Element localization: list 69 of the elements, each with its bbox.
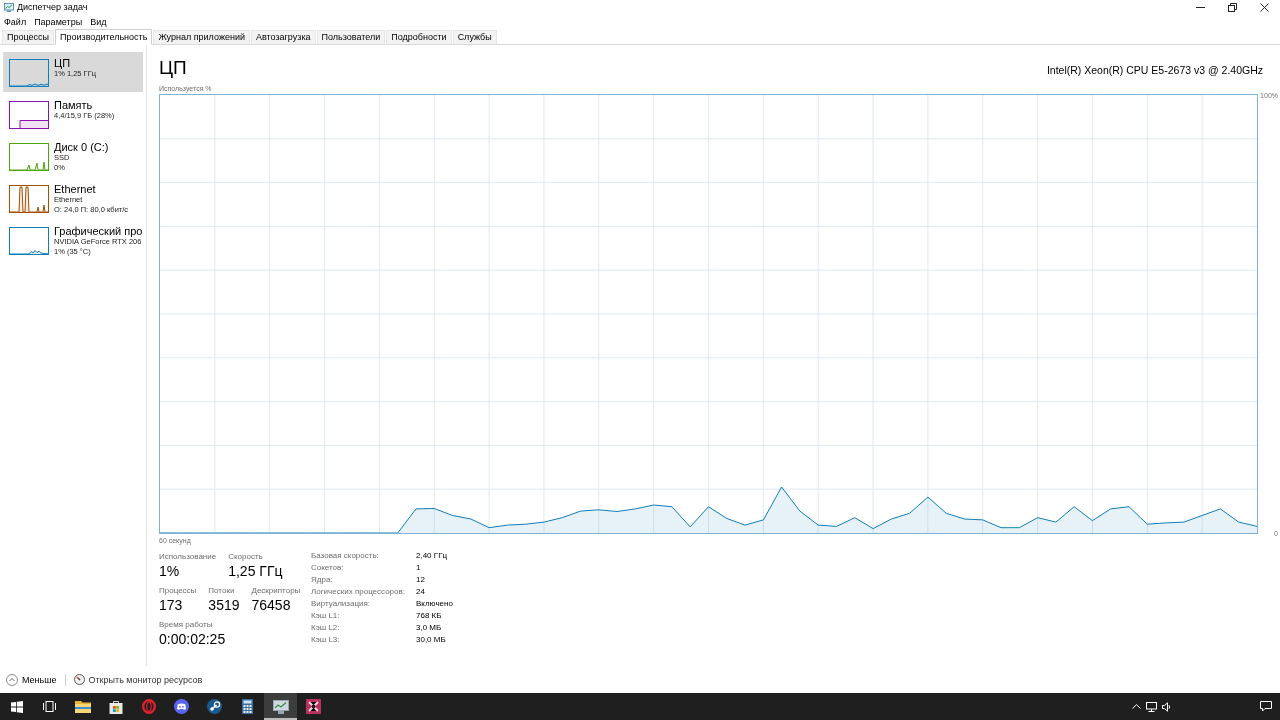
ring-icon [141,699,156,714]
item-title: Память [54,99,94,111]
notification-icon [1260,701,1272,712]
detail-value: 12 [416,574,426,586]
detail-value: 3,0 МБ [416,622,443,634]
network-icon [1146,701,1157,712]
fewer-details-button[interactable]: Меньше [6,673,57,686]
tab[interactable]: Производительность [55,29,153,45]
chevron-up-icon [1132,704,1141,709]
stat-label: Дескрипторы [251,586,301,596]
stat-value: 0:00:02:25 [159,630,226,648]
monitor-chart-icon [272,699,289,714]
detail-label: Кэш L3: [311,634,341,646]
detail-label: Логических процессоров: [311,586,406,598]
detail-label: Виртуализация: [311,598,372,610]
tab[interactable]: Службы [452,30,497,44]
taskbar-app-button[interactable] [264,693,297,720]
gamepad-icon [174,699,189,714]
tab[interactable]: Журнал приложений [153,30,250,44]
menu-item[interactable]: Параметры [34,16,83,27]
stat-value: 3519 [208,596,240,614]
menu-item[interactable]: Файл [4,16,27,27]
monitor-chart-icon [4,2,14,12]
tab[interactable]: Подробности [386,30,452,44]
stacked-windows-icon [43,701,56,712]
detail-label: Базовая скорость: [311,550,380,562]
stat-label: Потоки [208,586,236,596]
stat-value: 173 [159,596,184,614]
detail-label: Кэш L2: [311,622,341,634]
detail-value: 30,0 МБ [416,634,447,646]
window-title: Диспетчер задач [17,2,88,12]
speaker-icon [1161,701,1172,712]
app-tile-icon [306,699,321,714]
tab[interactable]: Пользователи [316,30,386,44]
resource-monitor-link[interactable]: Открыть монитор ресурсов [73,674,203,685]
folder-icon [74,700,91,713]
menu-item[interactable]: Вид [90,16,107,27]
calculator-icon [242,699,253,714]
stat-label: Использование [159,552,217,562]
minimize-icon [1195,6,1205,8]
stat-value: 1,25 ГГц [228,562,283,580]
item-title: Графический про [54,225,143,237]
gauge-icon [73,674,85,685]
detail-value: 1 [416,562,422,574]
stat-value: 1% [159,562,181,580]
shopping-bag-icon [108,699,123,714]
circle-chevron-up-icon [6,673,18,686]
item-title: Диск 0 (C:) [54,141,109,153]
section-title: ЦП [159,57,187,79]
item-title: ЦП [54,57,72,69]
detail-label: Кэш L1: [311,610,341,622]
round-logo-icon [207,699,222,714]
detail-label: Ядра: [311,574,334,586]
restore-icon [1227,2,1237,12]
item-title: Ethernet [54,183,97,195]
detail-label: Сокетов: [311,562,345,574]
stat-label: Скорость [228,552,264,562]
stat-label: Процессы [159,586,197,596]
stat-label: Время работы [159,620,214,630]
detail-value: 768 КБ [416,610,443,622]
four-panes-icon [10,700,23,713]
processor-name: Intel(R) Xeon(R) CPU E5-2673 v3 @ 2.40GHz [1046,63,1263,77]
detail-value: 2,40 ГГц [416,550,449,562]
tab[interactable]: Процессы [2,30,54,44]
detail-value: Включено [416,598,453,610]
detail-value: 24 [416,586,426,598]
close-icon [1259,2,1269,12]
tab[interactable]: Автозагрузка [250,30,316,44]
stat-value: 76458 [251,596,292,614]
